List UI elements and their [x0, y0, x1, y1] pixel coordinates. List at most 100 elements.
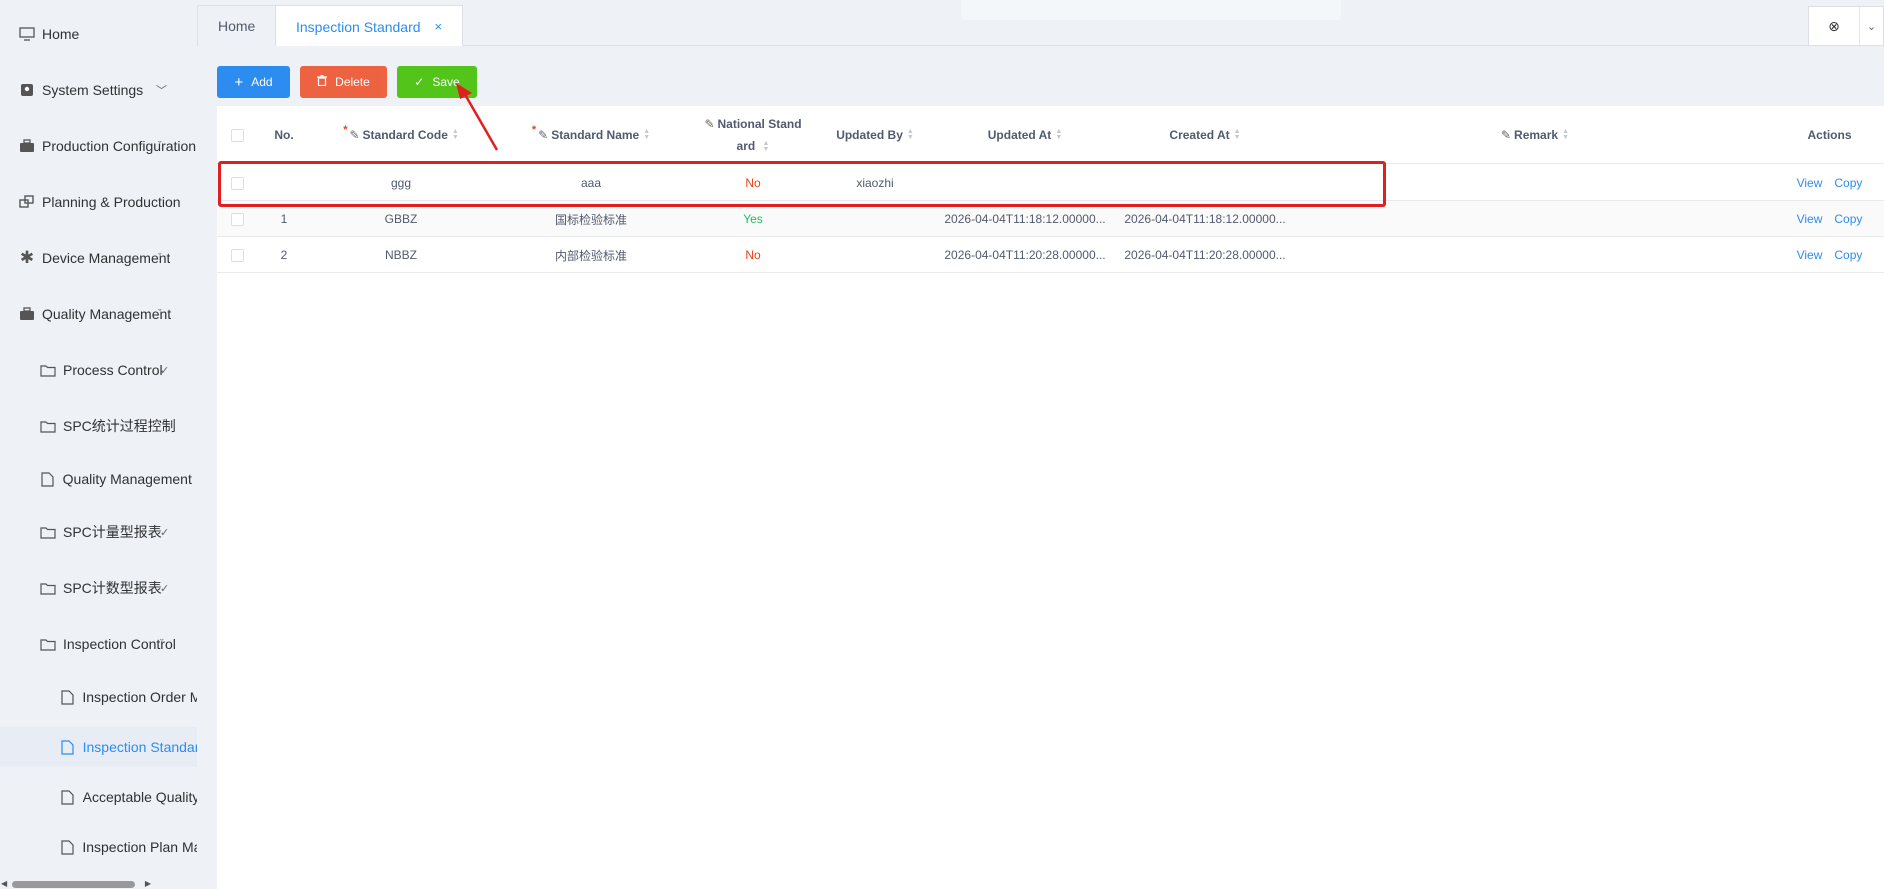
row-checkbox[interactable]	[230, 248, 244, 262]
sort-icon[interactable]: ▲ ▼	[1055, 128, 1062, 141]
sidebar-item-planning-production[interactable]: Planning & Production	[0, 182, 197, 222]
folder-icon	[39, 362, 57, 378]
copy-link[interactable]: Copy	[1834, 176, 1862, 190]
required-mark: *	[531, 124, 537, 136]
file-icon	[59, 839, 76, 855]
sidebar-item-spc-variable-report[interactable]: SPC计量型报表 ✓	[0, 512, 197, 552]
sort-icon[interactable]: ▲ ▼	[763, 140, 770, 153]
contact-icon	[18, 82, 36, 98]
chevron-down-icon: ﹀	[156, 85, 167, 97]
tab-tools: ⊗ ⌄	[1808, 6, 1884, 46]
sidebar-item-inspection-plan[interactable]: Inspection Plan Ma	[0, 827, 197, 867]
column-remark[interactable]: ✎ Remark ▲ ▼	[1295, 106, 1775, 164]
chevron-down-icon[interactable]: ⌄	[1859, 7, 1883, 45]
edit-icon: ✎	[349, 128, 360, 142]
close-icon[interactable]: ×	[435, 19, 443, 34]
column-updated-at[interactable]: Updated At ▲ ▼	[935, 106, 1115, 164]
sidebar-item-process-control[interactable]: Process Control ✓	[0, 350, 197, 390]
cell-standard-name[interactable]: 国标检验标准	[491, 201, 691, 237]
cell-remark[interactable]	[1295, 165, 1775, 201]
edit-icon: ✎	[1500, 128, 1512, 142]
data-table: No. * ✎ Standard Code ▲ ▼ * ✎ Standard Na…	[217, 106, 1884, 889]
cell-remark[interactable]	[1295, 237, 1775, 273]
scrollbar-thumb[interactable]	[12, 881, 135, 888]
cell-remark[interactable]	[1295, 201, 1775, 237]
add-button-label: Add	[251, 75, 273, 89]
scroll-right-icon[interactable]: ▶	[145, 879, 151, 888]
add-button[interactable]: + Add	[217, 66, 290, 98]
select-all-checkbox[interactable]	[230, 128, 244, 142]
sidebar-item-inspection-control[interactable]: Inspection Control ˇ	[0, 624, 197, 664]
copy-link[interactable]: Copy	[1834, 248, 1862, 262]
column-national-standard[interactable]: ✎ National Stand ard ▲ ▼	[691, 106, 815, 164]
sidebar-item-quality-management[interactable]: Quality Management ˇ	[0, 294, 197, 334]
sidebar-item-label: Production Configuration	[42, 138, 197, 154]
trash-icon	[317, 75, 328, 89]
view-link[interactable]: View	[1797, 212, 1823, 226]
sort-icon[interactable]: ▲ ▼	[452, 128, 459, 141]
sidebar-item-label: Device Management	[42, 250, 171, 266]
file-icon	[59, 739, 77, 755]
sidebar-item-spc-attribute-report[interactable]: SPC计数型报表 ✓	[0, 568, 197, 608]
cell-standard-code[interactable]: ggg	[311, 165, 491, 201]
close-all-tabs-icon[interactable]: ⊗	[1809, 18, 1859, 35]
save-button[interactable]: ✓ Save	[397, 66, 477, 98]
sidebar-item-label: Inspection Plan Ma	[82, 839, 197, 855]
row-checkbox[interactable]	[230, 212, 244, 226]
cell-standard-name[interactable]: aaa	[491, 165, 691, 201]
chevron-down-icon: ✓	[160, 364, 170, 377]
sort-icon[interactable]: ▲ ▼	[1234, 128, 1241, 141]
delete-button[interactable]: Delete	[300, 66, 387, 98]
sidebar-item-production-configuration[interactable]: Production Configuration ˇ	[0, 126, 197, 166]
sort-icon[interactable]: ▲ ▼	[907, 128, 914, 141]
cell-no: 1	[280, 212, 288, 226]
column-created-at[interactable]: Created At ▲ ▼	[1115, 106, 1295, 164]
table-row[interactable]: ggg aaa No xiaozhi View Copy	[217, 165, 1884, 201]
row-checkbox[interactable]	[230, 176, 244, 190]
tab-label: Home	[218, 18, 256, 34]
cell-standard-code[interactable]: NBBZ	[311, 237, 491, 273]
cell-standard-code[interactable]: GBBZ	[311, 201, 491, 237]
column-standard-code[interactable]: * ✎ Standard Code ▲ ▼	[311, 106, 491, 164]
tab-inspection-standard[interactable]: Inspection Standard ×	[275, 5, 464, 47]
chevron-down-icon: ✓	[160, 526, 170, 539]
sidebar-item-system-settings[interactable]: System Settings ﹀	[0, 70, 197, 110]
column-label: Actions	[1807, 128, 1852, 142]
column-standard-name[interactable]: * ✎ Standard Name ▲ ▼	[491, 106, 691, 164]
table-row[interactable]: 1 GBBZ 国标检验标准 Yes 2026-04-04T11:18:12.00…	[217, 201, 1884, 237]
sidebar-item-inspection-order[interactable]: Inspection Order M	[0, 677, 197, 717]
sidebar-item-quality-management-i[interactable]: Quality Management I	[0, 459, 197, 499]
column-label: Created At	[1169, 128, 1230, 142]
row-checkbox-cell	[217, 201, 257, 237]
view-link[interactable]: View	[1797, 248, 1823, 262]
sidebar-item-home[interactable]: Home	[0, 14, 197, 54]
sidebar-item-label: Quality Management	[42, 306, 172, 322]
tab-home[interactable]: Home	[197, 5, 277, 46]
cell-actions: View Copy	[1775, 201, 1884, 237]
sort-icon[interactable]: ▲ ▼	[643, 128, 650, 141]
sidebar-item-device-management[interactable]: ✱ Device Management ˇ	[0, 238, 197, 278]
delete-button-label: Delete	[335, 75, 370, 89]
column-label: Updated At	[987, 128, 1052, 142]
cell-updated-by	[815, 237, 935, 273]
cell-national-standard[interactable]: No	[691, 165, 815, 201]
copy-link[interactable]: Copy	[1834, 212, 1862, 226]
cell-standard-name[interactable]: 内部检验标准	[491, 237, 691, 273]
column-label: National Stand ard	[717, 117, 802, 153]
table-row[interactable]: 2 NBBZ 内部检验标准 No 2026-04-04T11:20:28.000…	[217, 237, 1884, 273]
column-updated-by[interactable]: Updated By ▲ ▼	[815, 106, 935, 164]
view-link[interactable]: View	[1797, 176, 1823, 190]
cell-national-standard[interactable]: Yes	[691, 201, 815, 237]
sidebar-horizontal-scrollbar[interactable]: ◀ ▶	[0, 877, 197, 889]
sidebar-item-inspection-standard[interactable]: Inspection Standar	[0, 727, 197, 767]
sidebar-item-label: Inspection Order M	[82, 689, 197, 705]
sort-icon[interactable]: ▲ ▼	[1562, 128, 1569, 141]
tab-label: Inspection Standard	[296, 18, 421, 35]
sidebar-item-acceptable-quality[interactable]: Acceptable Quality	[0, 777, 197, 817]
folder-icon	[39, 418, 57, 434]
cell-national-standard[interactable]: No	[691, 237, 815, 273]
column-label: Remark	[1514, 128, 1559, 142]
sidebar-item-spc-process-control[interactable]: SPC统计过程控制	[0, 406, 197, 446]
save-button-label: Save	[432, 75, 460, 89]
scroll-left-icon[interactable]: ◀	[1, 879, 7, 888]
